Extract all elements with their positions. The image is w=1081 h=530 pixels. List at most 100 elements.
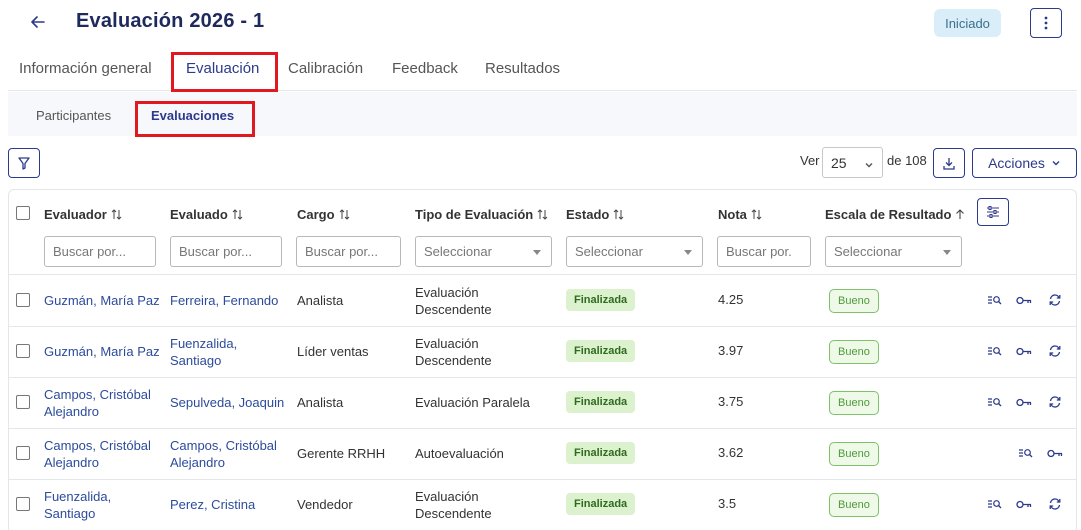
tab-informacion-general[interactable]: Información general: [19, 60, 152, 77]
row-divider: [8, 428, 1077, 429]
column-header-tipo[interactable]: Tipo de Evaluación: [415, 207, 548, 222]
tab-calibracion[interactable]: Calibración: [288, 60, 363, 77]
evaluador-link[interactable]: Guzmán, María Paz: [44, 292, 160, 309]
page-size-label: Ver: [800, 153, 820, 168]
evaluado-link[interactable]: Perez, Cristina: [170, 496, 255, 513]
row-checkbox[interactable]: [16, 446, 30, 460]
column-header-estado[interactable]: Estado: [566, 207, 624, 222]
column-header-escala[interactable]: Escala de Resultado: [825, 207, 965, 222]
evaluador-link-line: Alejandro: [44, 455, 99, 470]
evaluado-link[interactable]: Campos, Cristóbal Alejandro: [170, 437, 277, 471]
column-settings-button[interactable]: [977, 198, 1009, 226]
key-icon[interactable]: [1015, 292, 1033, 308]
tipo-cell-line: Evaluación: [415, 489, 479, 504]
tabs-divider: [8, 90, 1077, 91]
view-list-icon[interactable]: [985, 496, 1003, 512]
tipo-cell-line: Descendente: [415, 302, 492, 317]
more-options-button[interactable]: [1030, 8, 1062, 38]
key-icon[interactable]: [1015, 343, 1033, 359]
subtab-highlight-box: [135, 101, 255, 137]
total-count: de 108: [887, 153, 927, 168]
nota-cell: 4.25: [718, 292, 744, 307]
evaluado-link[interactable]: Ferreira, Fernando: [170, 292, 278, 309]
refresh-icon[interactable]: [1046, 394, 1064, 410]
dropdown-arrow-icon: [533, 250, 541, 255]
key-icon[interactable]: [1046, 445, 1064, 461]
filter-tipo-select[interactable]: Seleccionar: [415, 236, 552, 267]
column-header-cargo[interactable]: Cargo: [297, 207, 350, 222]
tab-resultados[interactable]: Resultados: [485, 60, 560, 77]
download-icon: [943, 157, 955, 170]
select-placeholder: Seleccionar: [424, 244, 492, 259]
evaluador-link-line: Santiago: [44, 506, 96, 521]
chevron-down-icon: [1052, 161, 1060, 166]
estado-badge: Finalizada: [566, 289, 636, 311]
row-checkbox[interactable]: [16, 293, 30, 307]
cargo-cell: Líder ventas: [297, 344, 369, 359]
evaluado-link-line: Campos, Cristóbal: [170, 438, 277, 453]
column-label: Cargo: [297, 207, 335, 222]
tipo-cell-line: Descendente: [415, 506, 492, 521]
row-checkbox[interactable]: [16, 395, 30, 409]
view-list-icon[interactable]: [1016, 445, 1034, 461]
cargo-cell: Analista: [297, 395, 344, 410]
evaluador-link[interactable]: Campos, Cristóbal Alejandro: [44, 386, 151, 420]
select-all-checkbox[interactable]: [16, 206, 30, 220]
filter-nota-input[interactable]: Buscar por.: [717, 236, 811, 267]
evaluador-link[interactable]: Campos, Cristóbal Alejandro: [44, 437, 151, 471]
select-placeholder: Seleccionar: [834, 244, 902, 259]
evaluado-link-line: Sepulveda, Joaquin: [170, 395, 285, 410]
estado-badge: Finalizada: [566, 391, 636, 413]
column-header-nota[interactable]: Nota: [718, 207, 762, 222]
nota-cell: 3.62: [718, 445, 744, 460]
nota-cell: 3.75: [718, 394, 744, 409]
sort-icon: [232, 209, 243, 220]
column-header-evaluador[interactable]: Evaluador: [44, 207, 122, 222]
row-divider: [8, 326, 1077, 327]
nota-cell: 3.5: [718, 496, 737, 511]
refresh-icon[interactable]: [1046, 496, 1064, 512]
filter-escala-select[interactable]: Seleccionar: [825, 236, 962, 267]
sort-icon: [613, 209, 624, 220]
escala-badge: Bueno: [829, 391, 879, 415]
sort-icon: [751, 209, 762, 220]
evaluador-link-line: Guzmán, María Paz: [44, 344, 160, 359]
refresh-icon[interactable]: [1046, 343, 1064, 359]
tab-feedback[interactable]: Feedback: [392, 60, 458, 77]
evaluado-link-line: Santiago: [170, 353, 222, 368]
column-label: Escala de Resultado: [825, 207, 952, 222]
evaluador-link[interactable]: Guzmán, María Paz: [44, 343, 160, 360]
evaluado-link[interactable]: Sepulveda, Joaquin: [170, 394, 284, 411]
key-icon[interactable]: [1015, 496, 1033, 512]
cargo-cell: Gerente RRHH: [297, 446, 386, 461]
filter-cargo-input[interactable]: Buscar por...: [296, 236, 401, 267]
key-icon[interactable]: [1015, 394, 1033, 410]
view-list-icon[interactable]: [985, 292, 1003, 308]
view-list-icon[interactable]: [985, 343, 1003, 359]
filter-evaluado-input[interactable]: Buscar por...: [170, 236, 282, 267]
subtab-participantes[interactable]: Participantes: [36, 108, 111, 123]
sort-icon: [537, 209, 548, 220]
back-arrow-icon[interactable]: [26, 10, 50, 34]
estado-badge: Finalizada: [566, 493, 636, 515]
filter-button[interactable]: [8, 148, 40, 178]
column-header-evaluado[interactable]: Evaluado: [170, 207, 243, 222]
download-button[interactable]: [933, 148, 965, 178]
view-list-icon[interactable]: [985, 394, 1003, 410]
dropdown-arrow-icon: [684, 250, 692, 255]
evaluador-link-line: Alejandro: [44, 404, 99, 419]
evaluado-link[interactable]: Fuenzalida, Santiago: [170, 335, 237, 369]
refresh-icon[interactable]: [1046, 292, 1064, 308]
row-checkbox[interactable]: [16, 344, 30, 358]
tipo-cell: Evaluación Descendente: [415, 284, 492, 318]
filter-estado-select[interactable]: Seleccionar: [566, 236, 703, 267]
cargo-cell: Vendedor: [297, 497, 353, 512]
filter-evaluador-input[interactable]: Buscar por...: [44, 236, 156, 267]
evaluador-link[interactable]: Fuenzalida, Santiago: [44, 488, 111, 522]
evaluado-link-line: Ferreira, Fernando: [170, 293, 279, 308]
row-checkbox[interactable]: [16, 497, 30, 511]
page-size-select[interactable]: 25: [822, 147, 883, 178]
tipo-cell-line: Evaluación Paralela: [415, 395, 530, 410]
actions-button[interactable]: Acciones: [972, 148, 1077, 178]
sort-icon: [339, 209, 350, 220]
